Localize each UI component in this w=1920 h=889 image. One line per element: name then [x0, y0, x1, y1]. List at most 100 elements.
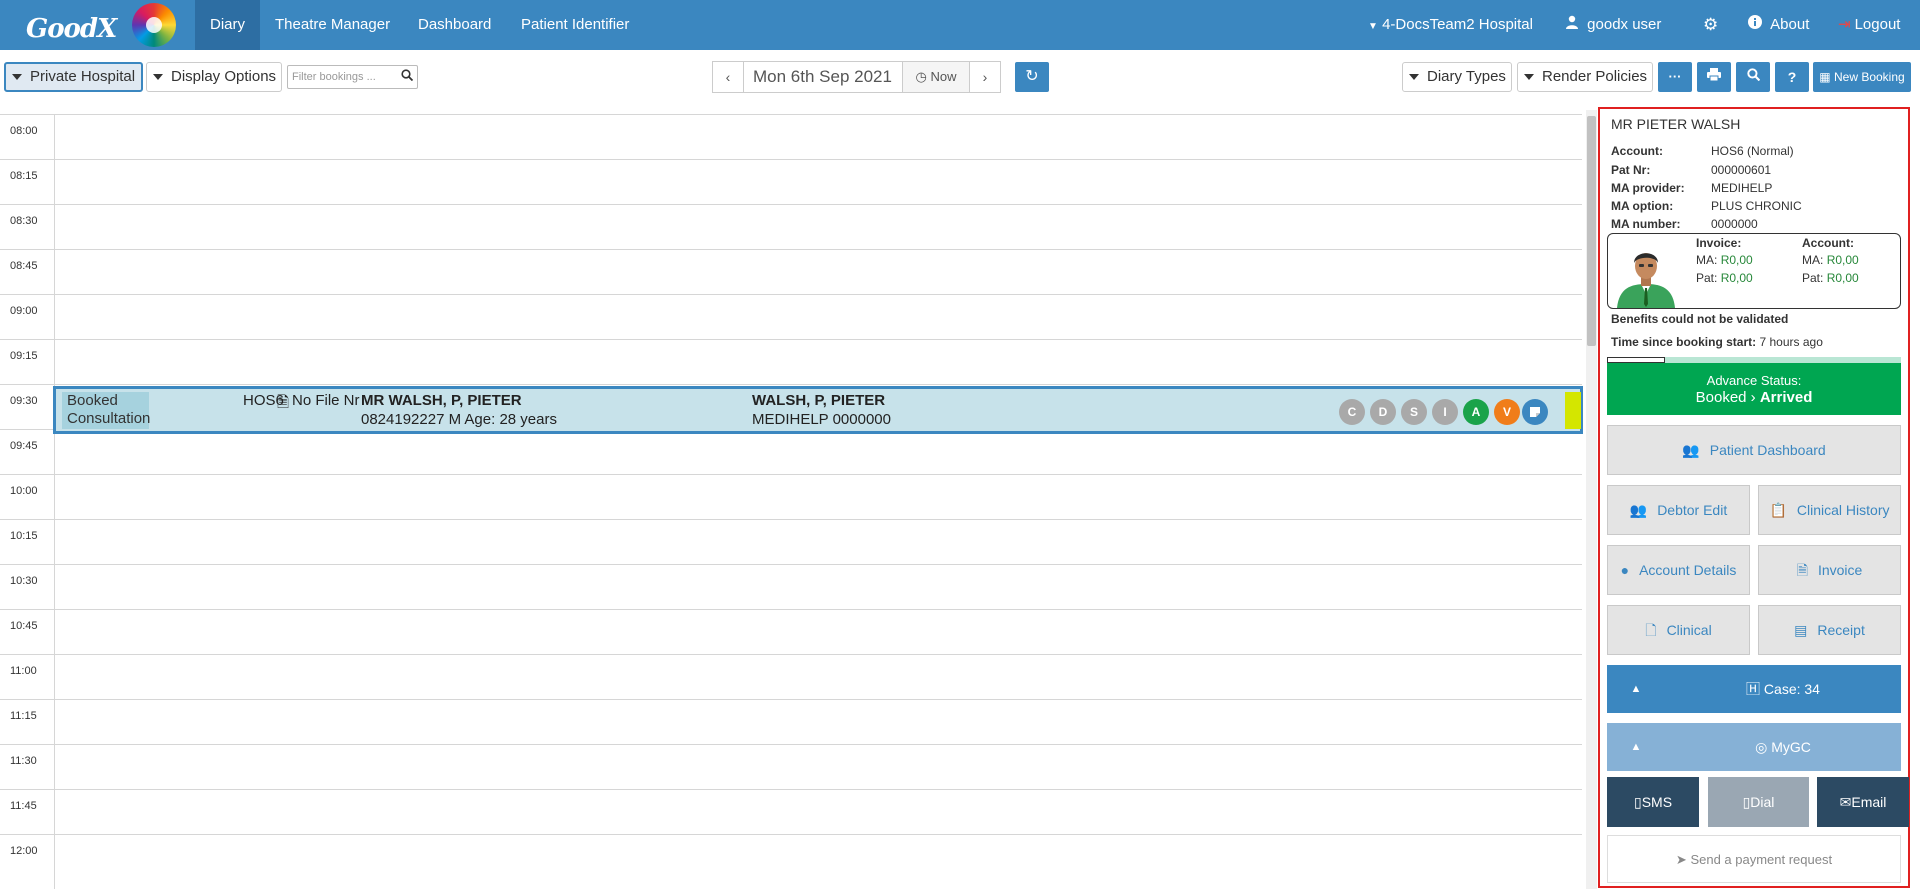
case-button[interactable]: 🄷 Case: 34 [1665, 665, 1901, 713]
account-title: Account: [1802, 236, 1854, 250]
time-slot-row[interactable]: 11:30 [0, 744, 1582, 789]
advance-status-label: Advance Status: [1706, 373, 1802, 388]
note-icon[interactable] [1522, 399, 1548, 425]
render-policies-dropdown[interactable]: Render Policies [1517, 62, 1653, 92]
diary-grid[interactable]: 08:00 08:15 08:30 08:45 09:00 09:15 09:30 09:45… [0, 114, 1582, 889]
booking-flag-i[interactable]: I [1432, 399, 1458, 425]
next-day-button[interactable]: › [969, 61, 1001, 93]
new-booking-button[interactable]: ▦ New Booking [1813, 62, 1911, 92]
time-slot-row[interactable]: 09:45 [0, 429, 1582, 474]
invoice-button[interactable]: 🗎 Invoice [1758, 545, 1901, 595]
nav-diary[interactable]: Diary [195, 0, 261, 50]
gear-icon[interactable]: ⚙ [1703, 0, 1718, 50]
info-icon [1748, 15, 1766, 33]
case-toggle-button[interactable]: ▲ [1607, 665, 1665, 713]
sms-label: SMS [1641, 794, 1673, 810]
mygc-toggle-button[interactable]: ▲ [1607, 723, 1665, 771]
time-slot-row[interactable]: 11:45 [0, 789, 1582, 834]
field-label: MA option: [1611, 199, 1674, 213]
field-value: MEDIHELP [1711, 181, 1773, 195]
dial-button[interactable]: ▯Dial [1708, 777, 1809, 827]
envelope-icon: ✉ [1839, 794, 1852, 810]
time-slot-row[interactable]: 10:45 [0, 609, 1582, 654]
time-label: 11:00 [10, 665, 37, 677]
mygc-button[interactable]: ◎ MyGC [1665, 723, 1901, 771]
time-slot-row[interactable]: 10:15 [0, 519, 1582, 564]
diary-types-dropdown[interactable]: Diary Types [1402, 62, 1512, 92]
booking-flag-c[interactable]: C [1339, 399, 1365, 425]
time-slot-row[interactable]: 08:30 [0, 204, 1582, 249]
time-slot-row[interactable]: 11:00 [0, 654, 1582, 699]
about-link[interactable]: About [1748, 0, 1809, 50]
sign-out-icon: ⇥ [1838, 16, 1851, 33]
now-button[interactable]: ◷ Now [902, 61, 970, 93]
clinical-history-button[interactable]: 📋 Clinical History [1758, 485, 1901, 535]
patient-dashboard-button[interactable]: 👥 Patient Dashboard [1607, 425, 1901, 475]
paper-plane-icon: ➤ [1675, 852, 1687, 867]
mobile-icon: ▯ [1633, 794, 1642, 810]
caret-down-icon [153, 74, 163, 81]
more-options-button[interactable]: ··· [1658, 62, 1692, 92]
user-menu[interactable]: goodx user [1565, 0, 1661, 50]
info-pat-nr: Pat Nr: 000000601 [1611, 163, 1771, 177]
mygc-icon: ◎ [1755, 739, 1768, 755]
booking-flag-s[interactable]: S [1401, 399, 1427, 425]
filter-bookings-input[interactable]: Filter bookings ... [287, 65, 418, 89]
caret-down-icon [12, 74, 22, 81]
receipt-button[interactable]: ▤ Receipt [1758, 605, 1901, 655]
time-slot-row[interactable]: 08:45 [0, 249, 1582, 294]
time-slot-row[interactable]: 11:15 [0, 699, 1582, 744]
diary-name: Private Hospital [30, 68, 136, 85]
ma-label: MA: [1802, 253, 1824, 267]
email-button[interactable]: ✉Email [1817, 777, 1909, 827]
time-slot-row[interactable]: 08:00 [0, 114, 1582, 159]
hospital-dropdown[interactable]: ▼ 4-DocsTeam2 Hospital [1368, 0, 1533, 50]
time-slot-row[interactable]: 10:30 [0, 564, 1582, 609]
booking-flag-d[interactable]: D [1370, 399, 1396, 425]
account-details-button[interactable]: ● Account Details [1607, 545, 1750, 595]
case-row: ▲ 🄷 Case: 34 [1607, 665, 1901, 713]
booking-file-nr: No File Nr [292, 392, 360, 409]
advance-status-button[interactable]: Advance Status: Booked › Arrived [1607, 363, 1901, 415]
time-slot-row[interactable]: 10:00 [0, 474, 1582, 519]
goodx-logo[interactable]: GoodX [22, 4, 117, 46]
nav-patient-identifier[interactable]: Patient Identifier [506, 0, 644, 50]
sms-button[interactable]: ▯SMS [1607, 777, 1699, 827]
help-button[interactable]: ? [1775, 62, 1809, 92]
account-pat-value: R0,00 [1826, 271, 1859, 285]
scrollbar-thumb[interactable] [1587, 116, 1596, 346]
time-slot-row[interactable]: 09:15 [0, 339, 1582, 384]
time-slot-row[interactable]: 12:00 [0, 834, 1582, 879]
booking-block[interactable]: Booked Consultation HOS6 🗎 No File Nr MR… [53, 386, 1583, 434]
nav-dashboard[interactable]: Dashboard [403, 0, 506, 50]
nav-theatre-manager[interactable]: Theatre Manager [260, 0, 405, 50]
invoice-label: Invoice [1817, 562, 1863, 578]
diary-scrollbar[interactable] [1586, 110, 1597, 889]
account-pat: Pat: R0,00 [1802, 271, 1859, 285]
booking-debtor-name: WALSH, P, PIETER [752, 392, 886, 409]
refresh-button[interactable]: ↻ [1015, 62, 1049, 92]
display-options-dropdown[interactable]: Display Options [146, 62, 282, 92]
debtor-edit-button[interactable]: 👥 Debtor Edit [1607, 485, 1750, 535]
private-hospital-dropdown[interactable]: Private Hospital [4, 62, 143, 92]
clinical-button[interactable]: 🗋 Clinical [1607, 605, 1750, 655]
patient-dashboard-label: Patient Dashboard [1709, 442, 1826, 458]
filter-placeholder: Filter bookings ... [292, 71, 376, 83]
date-display[interactable]: Mon 6th Sep 2021 [743, 61, 903, 93]
top-navbar: GoodX Diary Theatre Manager Dashboard Pa… [0, 0, 1920, 50]
logout-link[interactable]: ⇥ Logout [1838, 0, 1900, 50]
clipboard-icon: 📋 [1769, 502, 1787, 518]
booking-flag-a[interactable]: A [1463, 399, 1489, 425]
booking-flag-v[interactable]: V [1494, 399, 1520, 425]
send-payment-request-button[interactable]: ➤ Send a payment request [1607, 835, 1901, 883]
search-icon[interactable] [401, 69, 414, 84]
print-button[interactable] [1697, 62, 1731, 92]
time-slot-row[interactable]: 09:00 [0, 294, 1582, 339]
time-slot-row[interactable]: 08:15 [0, 159, 1582, 204]
mygc-row: ▲ ◎ MyGC [1607, 723, 1901, 771]
chevron-right-icon: › [1750, 389, 1756, 406]
prev-day-button[interactable]: ‹ [712, 61, 744, 93]
info-ma-option: MA option: PLUS CHRONIC [1611, 199, 1802, 213]
receipt-icon: ▤ [1794, 622, 1808, 638]
search-button[interactable] [1736, 62, 1770, 92]
